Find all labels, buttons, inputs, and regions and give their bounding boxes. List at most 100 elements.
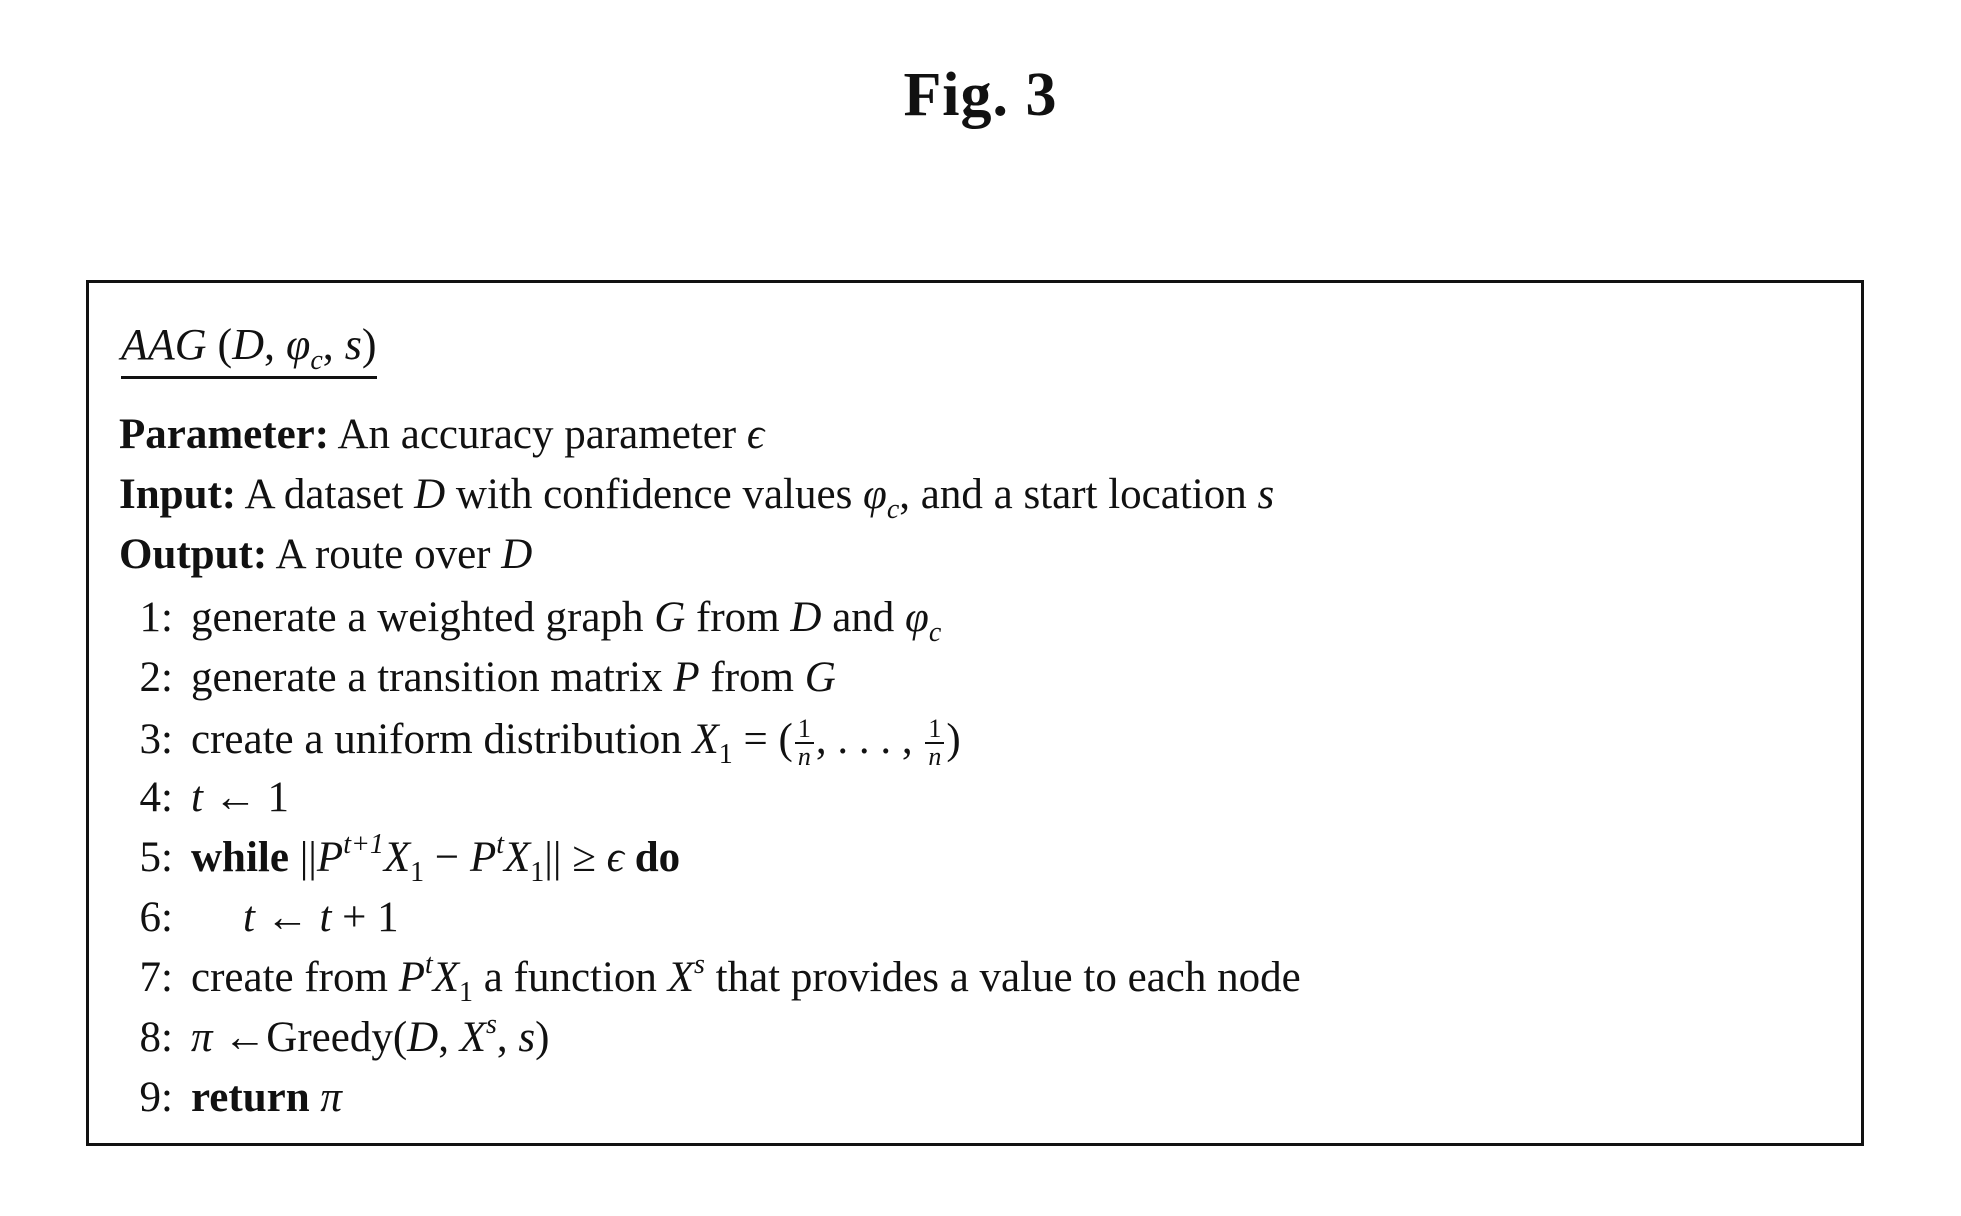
fraction-denominator: n bbox=[797, 742, 811, 771]
var-P: P bbox=[316, 834, 344, 881]
input-text: , and a start location bbox=[899, 471, 1258, 518]
var-X-sub: 1 bbox=[459, 977, 474, 1008]
var-X-sup: s bbox=[486, 1009, 497, 1040]
step-text: generate a transition matrix bbox=[191, 654, 674, 701]
step-text: from bbox=[685, 594, 791, 641]
var-G: G bbox=[654, 594, 686, 641]
var-phi: φ bbox=[905, 594, 929, 641]
var-P-sup: t+1 bbox=[343, 829, 384, 860]
line-number: 2: bbox=[139, 654, 173, 701]
var-D: D bbox=[790, 594, 822, 641]
value: 1 bbox=[267, 774, 289, 821]
separator: , bbox=[496, 1014, 519, 1061]
var-X: X bbox=[692, 715, 719, 763]
fraction-numerator: 1 bbox=[794, 716, 814, 744]
var-X: X bbox=[459, 1014, 487, 1061]
var-phi-sub: c bbox=[928, 617, 942, 648]
algorithm-name: AAG bbox=[121, 320, 207, 369]
var-pi: π bbox=[309, 1074, 342, 1121]
var-pi: π bbox=[191, 1014, 213, 1061]
function-greedy: Greedy( bbox=[266, 1014, 408, 1061]
step-text: create from bbox=[191, 954, 399, 1001]
var-X-sup: s bbox=[693, 949, 705, 980]
step-text: a function bbox=[473, 954, 668, 1001]
var-t: t bbox=[243, 894, 255, 941]
separator: , bbox=[322, 320, 345, 369]
input-text: A dataset bbox=[236, 471, 415, 518]
var-t: t bbox=[319, 894, 332, 941]
step-line: 6: t ← t + 1 bbox=[119, 896, 399, 939]
input-label: Input: bbox=[119, 471, 237, 518]
line-number: 8: bbox=[139, 1014, 173, 1061]
epsilon-symbol: ϵ bbox=[746, 411, 765, 458]
var-X: X bbox=[432, 954, 460, 1001]
line-number: 9: bbox=[139, 1074, 173, 1121]
var-t: t bbox=[191, 774, 203, 821]
step-line: 9: return π bbox=[119, 1076, 342, 1119]
parameter-label: Parameter: bbox=[119, 411, 330, 458]
var-X: X bbox=[504, 834, 531, 881]
equals-open: = ( bbox=[732, 715, 793, 763]
var-X-sub: 1 bbox=[410, 857, 425, 888]
var-X: X bbox=[383, 834, 411, 881]
paren-close: ) bbox=[535, 1014, 550, 1061]
separator: , bbox=[263, 320, 286, 369]
step-line: 8: π ←Greedy(D, Xs, s) bbox=[119, 1011, 550, 1061]
input-text: with confidence values bbox=[445, 471, 864, 518]
paren-close: ) bbox=[946, 715, 961, 763]
step-text: that provides a value to each node bbox=[704, 954, 1301, 1001]
line-number: 3: bbox=[139, 715, 173, 763]
var-P: P bbox=[673, 654, 700, 701]
output-label: Output: bbox=[119, 531, 268, 578]
var-P: P bbox=[469, 834, 497, 881]
arg-start: s bbox=[344, 320, 362, 369]
line-number: 1: bbox=[139, 594, 173, 641]
line-number: 5: bbox=[139, 834, 173, 881]
line-number: 7: bbox=[139, 954, 173, 1001]
figure-title: Fig. 3 bbox=[903, 61, 1058, 129]
fraction: 1n bbox=[925, 716, 945, 770]
arg-dataset: D bbox=[232, 320, 264, 369]
step-line: 4: t ← 1 bbox=[119, 776, 289, 819]
keyword-while: while bbox=[191, 834, 289, 881]
plus-one: + 1 bbox=[331, 894, 399, 941]
paren-close: ) bbox=[361, 320, 377, 369]
var-phi-sub: c bbox=[886, 494, 900, 525]
arg-confidence: φ bbox=[285, 320, 311, 369]
separator: , bbox=[438, 1014, 460, 1061]
output-text: A route over bbox=[267, 531, 502, 578]
var-phi: φ bbox=[863, 471, 887, 518]
step-line: 7: create from PtX1 a function Xs that pr… bbox=[119, 951, 1301, 1007]
algorithm-signature: AAG (D, φc, s) bbox=[121, 319, 377, 379]
norm-close: || ≥ bbox=[544, 834, 607, 881]
fraction: 1n bbox=[794, 716, 814, 771]
var-G: G bbox=[804, 654, 836, 701]
var-P-sup: t bbox=[424, 949, 433, 980]
ellipsis: , . . . , bbox=[815, 715, 924, 763]
algorithm-box: AAG (D, φc, s) Parameter: An accuracy pa… bbox=[86, 280, 1864, 1146]
line-number: 6: bbox=[139, 894, 173, 941]
parameter-text: An accuracy parameter bbox=[329, 411, 747, 458]
fraction-numerator: 1 bbox=[925, 716, 945, 744]
step-text: generate a weighted graph bbox=[191, 594, 655, 641]
step-text: create a uniform distribution bbox=[191, 715, 693, 763]
input-line: Input: A dataset D with confidence value… bbox=[119, 471, 1274, 524]
step-text: and bbox=[821, 594, 906, 641]
keyword-do: do bbox=[623, 834, 681, 881]
epsilon-symbol: ϵ bbox=[606, 834, 624, 881]
var-D: D bbox=[414, 471, 446, 518]
parameter-line: Parameter: An accuracy parameter ϵ bbox=[119, 413, 764, 456]
line-number: 4: bbox=[139, 774, 173, 821]
step-line: 5: while ||Pt+1X1 − PtX1|| ≥ ϵ do bbox=[119, 831, 681, 887]
step-line: 1: generate a weighted graph G from D and… bbox=[119, 594, 942, 647]
step-line: 2: generate a transition matrix P from G bbox=[119, 656, 836, 699]
norm-open: || bbox=[288, 834, 317, 881]
var-P-sup: t bbox=[496, 829, 504, 860]
var-s: s bbox=[518, 1014, 536, 1061]
var-X-sub: 1 bbox=[530, 857, 545, 888]
step-line: 3: create a uniform distribution X1 = (1 n… bbox=[119, 716, 961, 770]
var-X: X bbox=[667, 954, 694, 1001]
arg-confidence-sub: c bbox=[310, 345, 323, 376]
minus: − bbox=[424, 834, 470, 881]
assign-arrow: ← bbox=[202, 774, 268, 821]
